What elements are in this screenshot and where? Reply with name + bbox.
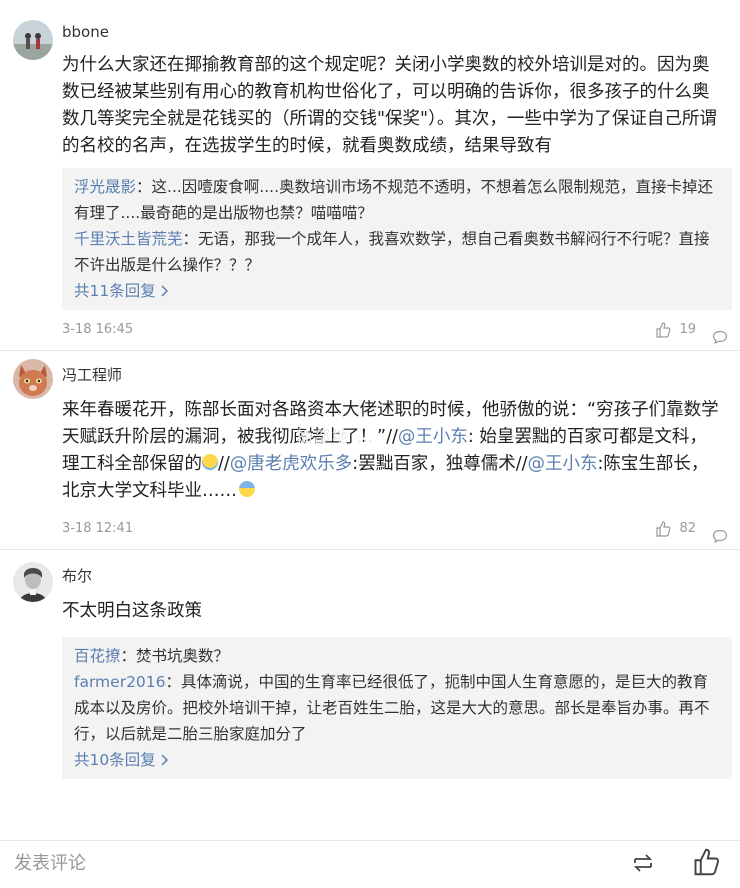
like-button[interactable]: 82 (655, 509, 696, 549)
comment-item: 冯工程师 来年春暖花开，陈部长面对各路资本大佬述职的时候，他骄傲的说：“穷孩子们… (0, 351, 740, 549)
reply-box[interactable]: 浮光晟影：这...因噎废食啊....奥数培训市场不规范不透明，不想着怎么限制规范… (62, 168, 732, 310)
avatar[interactable] (13, 562, 53, 602)
username[interactable]: bbone (62, 22, 740, 42)
chevron-right-icon (161, 754, 168, 766)
more-replies-link[interactable]: 共10条回复 (74, 747, 720, 773)
repost-button[interactable] (630, 850, 656, 880)
like-article-button[interactable] (692, 848, 720, 880)
more-replies-link[interactable]: 共11条回复 (74, 278, 720, 304)
reply-item: 浮光晟影：这...因噎废食啊....奥数培训市场不规范不透明，不想着怎么限制规范… (74, 174, 720, 226)
reply-text: ：焚书坑奥数？ (120, 647, 230, 665)
reply-box[interactable]: 百花撩：焚书坑奥数？ farmer2016：具体滴说，中国的生育率已经很低了，扼… (62, 637, 732, 779)
comment-text: 为什么大家还在揶揄教育部的这个规定呢？关闭小学奥数的校外培训是对的。因为奥数已经… (62, 55, 717, 156)
like-button[interactable]: 19 (655, 310, 696, 350)
speech-bubble-icon (712, 529, 728, 544)
comment-meta: 3-18 12:41 82 (62, 509, 740, 549)
cold-sweat-emoji-icon (239, 481, 255, 497)
reply-text: ：这...因噎废食啊....奥数培训市场不规范不透明，不想着怎么限制规范，直接卡… (74, 178, 714, 222)
repost-icon (633, 854, 653, 872)
reply-item: 百花撩：焚书坑奥数？ (74, 643, 720, 669)
comment-item: 布尔 不太明白这条政策 百花撩：焚书坑奥数？ farmer2016：具体滴说，中… (0, 550, 740, 779)
bottom-action-bar: 发表评论 (0, 840, 740, 888)
reply-author[interactable]: 百花撩 (74, 647, 121, 665)
more-replies-label: 共10条回复 (74, 751, 156, 769)
reply-text: ：具体滴说，中国的生育率已经很低了，扼制中国人生育意愿的，是巨大的教育成本以及房… (74, 673, 710, 743)
post-comment-button[interactable]: 发表评论 (14, 849, 86, 875)
thumb-up-icon (656, 322, 671, 338)
watermark: 抽部地 … (296, 427, 376, 446)
mention-link[interactable]: @唐老虎欢乐多 (230, 454, 353, 474)
thumb-up-icon (656, 521, 671, 537)
like-count: 19 (679, 322, 696, 337)
reply-item: farmer2016：具体滴说，中国的生育率已经很低了，扼制中国人生育意愿的，是… (74, 669, 720, 747)
username[interactable]: 布尔 (62, 566, 740, 586)
reply-author[interactable]: 浮光晟影 (74, 178, 136, 196)
username[interactable]: 冯工程师 (62, 365, 740, 385)
like-count: 82 (679, 521, 696, 536)
text-segment: // (218, 454, 230, 474)
timestamp: 3-18 12:41 (62, 521, 134, 536)
comment-text: 不太明白这条政策 (62, 601, 202, 621)
more-replies-label: 共11条回复 (74, 282, 156, 300)
timestamp: 3-18 16:45 (62, 322, 134, 337)
grin-emoji-icon (202, 454, 218, 470)
comment-text: 来年春暖花开，陈部长面对各路资本大佬述职的时候，他骄傲的说：“穷孩子们靠数学天赋… (62, 397, 722, 505)
avatar[interactable] (13, 359, 53, 399)
reply-item: 千里沃土皆荒芜：无语，那我一个成年人，我喜欢数学，想自己看奥数书解闷行不行呢？直… (74, 226, 720, 278)
chevron-right-icon (161, 285, 168, 297)
reply-author[interactable]: farmer2016 (74, 673, 166, 691)
thumb-up-icon (694, 848, 719, 876)
mention-link[interactable]: @王小东 (398, 427, 468, 447)
reply-author[interactable]: 千里沃土皆荒芜 (74, 230, 183, 248)
comment-item: bbone 为什么大家还在揶揄教育部的这个规定呢？关闭小学奥数的校外培训是对的。… (0, 0, 740, 350)
comment-meta: 3-18 16:45 19 (62, 310, 740, 350)
mention-link[interactable]: @王小东 (527, 454, 597, 474)
text-segment: :罢黜百家，独尊儒术// (352, 454, 528, 474)
speech-bubble-icon (712, 330, 728, 345)
avatar[interactable] (13, 20, 53, 60)
